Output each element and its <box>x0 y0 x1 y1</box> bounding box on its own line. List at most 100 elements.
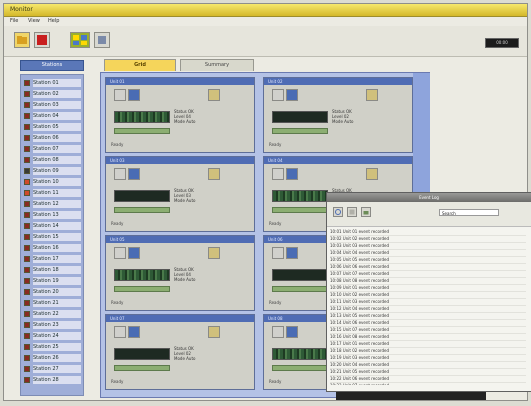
camera-icon[interactable] <box>114 247 126 259</box>
sidebar-item[interactable]: Station 23 <box>24 321 82 329</box>
camera-icon[interactable] <box>272 326 284 338</box>
log-refresh-button[interactable] <box>333 207 343 217</box>
log-row[interactable]: 10:11 Unit 03 event recorded <box>330 299 526 306</box>
sidebar-item[interactable]: Station 03 <box>24 101 82 109</box>
camera-icon[interactable] <box>114 168 126 180</box>
device-panel[interactable]: Unit 07 Status OK Level 02 Mode Auto Ready <box>105 314 255 390</box>
network-icon[interactable] <box>128 326 140 338</box>
sidebar-item[interactable]: Station 08 <box>24 156 82 164</box>
sidebar-item[interactable]: Station 19 <box>24 277 82 285</box>
log-row[interactable]: 10:08 Unit 08 event recorded <box>330 278 526 285</box>
device-panel[interactable]: Unit 03 Status OK Level 03 Mode Auto Ready <box>105 156 255 232</box>
log-row[interactable]: 10:13 Unit 05 event recorded <box>330 313 526 320</box>
log-row[interactable]: 10:07 Unit 07 event recorded <box>330 271 526 278</box>
status-dot <box>24 344 30 350</box>
network-icon[interactable] <box>286 168 298 180</box>
log-row[interactable]: 10:16 Unit 08 event recorded <box>330 334 526 341</box>
sidebar-item-label: Station 27 <box>33 365 81 373</box>
log-row[interactable]: 10:23 Unit 07 event recorded <box>330 383 526 385</box>
sidebar-item[interactable]: Station 25 <box>24 343 82 351</box>
sidebar-item[interactable]: Station 16 <box>24 244 82 252</box>
log-row[interactable]: 10:04 Unit 04 event recorded <box>330 250 526 257</box>
alert-icon[interactable] <box>366 168 378 180</box>
device-panel[interactable]: Unit 05 Status OK Level 04 Mode Auto Ready <box>105 235 255 311</box>
log-list: 10:01 Unit 01 event recorded 10:02 Unit 0… <box>330 229 526 385</box>
stop-button[interactable] <box>34 32 50 48</box>
menu-file[interactable]: File <box>10 18 18 24</box>
sidebar-item[interactable]: Station 24 <box>24 332 82 340</box>
network-icon[interactable] <box>128 168 140 180</box>
sidebar-item[interactable]: Station 09 <box>24 167 82 175</box>
sidebar-item[interactable]: Station 17 <box>24 255 82 263</box>
alert-icon[interactable] <box>208 326 220 338</box>
log-window-title[interactable]: Event Log <box>327 193 531 202</box>
log-row[interactable]: 10:12 Unit 04 event recorded <box>330 306 526 313</box>
alert-icon[interactable] <box>208 247 220 259</box>
sidebar-item[interactable]: Station 20 <box>24 288 82 296</box>
log-row[interactable]: 10:14 Unit 06 event recorded <box>330 320 526 327</box>
tab-strip: Grid Summary <box>100 59 260 72</box>
network-icon[interactable] <box>128 89 140 101</box>
sidebar-item[interactable]: Station 11 <box>24 189 82 197</box>
log-export-button[interactable] <box>361 207 371 217</box>
network-icon[interactable] <box>128 247 140 259</box>
log-search-input[interactable]: Search <box>439 209 499 216</box>
sidebar-item[interactable]: Station 28 <box>24 376 82 384</box>
camera-icon[interactable] <box>114 89 126 101</box>
sidebar-header[interactable]: Stations <box>20 60 84 71</box>
sidebar-item[interactable]: Station 18 <box>24 266 82 274</box>
log-row[interactable]: 10:15 Unit 07 event recorded <box>330 327 526 334</box>
menu-help[interactable]: Help <box>48 18 59 24</box>
camera-icon[interactable] <box>272 247 284 259</box>
sidebar-item[interactable]: Station 27 <box>24 365 82 373</box>
log-row[interactable]: 10:09 Unit 01 event recorded <box>330 285 526 292</box>
network-icon[interactable] <box>286 89 298 101</box>
status-dot <box>24 80 30 86</box>
settings-button[interactable] <box>94 32 110 48</box>
log-row[interactable]: 10:20 Unit 04 event recorded <box>330 362 526 369</box>
panel-info: Status OK Level 04 Mode Auto <box>174 267 250 282</box>
log-row[interactable]: 10:21 Unit 05 event recorded <box>330 369 526 376</box>
log-row[interactable]: 10:03 Unit 03 event recorded <box>330 243 526 250</box>
sidebar-item[interactable]: Station 15 <box>24 233 82 241</box>
tab-grid[interactable]: Grid <box>104 59 176 71</box>
sidebar-item[interactable]: Station 06 <box>24 134 82 142</box>
sidebar-item[interactable]: Station 26 <box>24 354 82 362</box>
alert-icon[interactable] <box>208 168 220 180</box>
sidebar-item[interactable]: Station 02 <box>24 90 82 98</box>
log-row[interactable]: 10:01 Unit 01 event recorded <box>330 229 526 236</box>
network-icon[interactable] <box>286 247 298 259</box>
sidebar-item[interactable]: Station 21 <box>24 299 82 307</box>
title-bar[interactable]: Monitor <box>4 4 527 17</box>
log-row[interactable]: 10:22 Unit 06 event recorded <box>330 376 526 383</box>
sidebar-item[interactable]: Station 07 <box>24 145 82 153</box>
device-panel[interactable]: Unit 01 Status OK Level 04 Mode Auto Ready <box>105 77 255 153</box>
log-row[interactable]: 10:06 Unit 06 event recorded <box>330 264 526 271</box>
alert-icon[interactable] <box>366 89 378 101</box>
camera-icon[interactable] <box>114 326 126 338</box>
sidebar-item[interactable]: Station 01 <box>24 79 82 87</box>
log-row[interactable]: 10:02 Unit 02 event recorded <box>330 236 526 243</box>
menu-view[interactable]: View <box>28 18 40 24</box>
sidebar-item[interactable]: Station 10 <box>24 178 82 186</box>
log-row[interactable]: 10:18 Unit 02 event recorded <box>330 348 526 355</box>
tab-summary[interactable]: Summary <box>180 59 254 71</box>
camera-icon[interactable] <box>272 89 284 101</box>
sidebar-item[interactable]: Station 12 <box>24 200 82 208</box>
sidebar-item[interactable]: Station 14 <box>24 222 82 230</box>
log-row[interactable]: 10:05 Unit 05 event recorded <box>330 257 526 264</box>
sidebar-item[interactable]: Station 13 <box>24 211 82 219</box>
log-clear-button[interactable] <box>347 207 357 217</box>
sidebar-item[interactable]: Station 04 <box>24 112 82 120</box>
open-folder-button[interactable] <box>14 32 30 48</box>
log-row[interactable]: 10:17 Unit 01 event recorded <box>330 341 526 348</box>
camera-icon[interactable] <box>272 168 284 180</box>
alert-icon[interactable] <box>208 89 220 101</box>
device-panel[interactable]: Unit 02 Status OK Level 02 Mode Auto Ready <box>263 77 413 153</box>
sidebar-item[interactable]: Station 05 <box>24 123 82 131</box>
network-icon[interactable] <box>286 326 298 338</box>
log-row[interactable]: 10:10 Unit 02 event recorded <box>330 292 526 299</box>
log-row[interactable]: 10:19 Unit 03 event recorded <box>330 355 526 362</box>
grid-view-button[interactable] <box>70 32 90 48</box>
sidebar-item[interactable]: Station 22 <box>24 310 82 318</box>
